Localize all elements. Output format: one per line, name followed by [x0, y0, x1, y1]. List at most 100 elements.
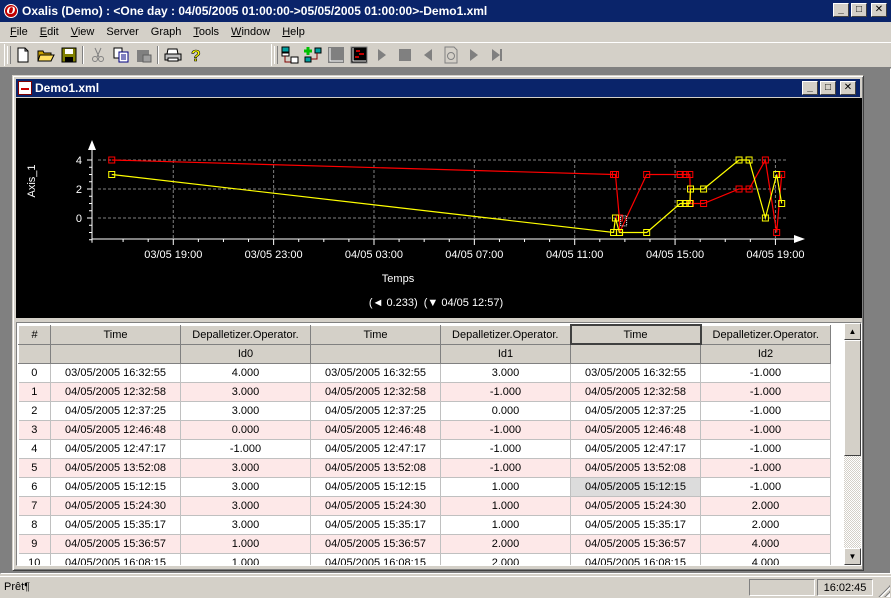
graph-plot-button[interactable]	[347, 44, 370, 66]
minimize-button[interactable]: _	[833, 3, 849, 17]
row-number[interactable]: 6	[18, 477, 51, 497]
table-cell[interactable]: 3.000	[180, 382, 311, 402]
copy-button[interactable]	[109, 44, 132, 66]
doc-maximize-button[interactable]: □	[820, 81, 836, 95]
table-cell[interactable]: 04/05/2005 12:47:17	[570, 439, 701, 459]
column-header[interactable]: #	[18, 324, 51, 345]
play-button[interactable]	[370, 44, 393, 66]
table-cell[interactable]: 04/05/2005 15:24:30	[310, 496, 441, 516]
table-row[interactable]: 9 04/05/2005 15:36:57 1.000 04/05/2005 15:3…	[18, 534, 831, 554]
column-subheader[interactable]: Id1	[440, 343, 571, 364]
table-cell[interactable]: 0.000	[180, 420, 311, 440]
resize-grip[interactable]	[878, 585, 890, 597]
maximize-button[interactable]: □	[851, 3, 867, 17]
table-cell[interactable]: -1.000	[700, 363, 831, 383]
table-row[interactable]: 8 04/05/2005 15:35:17 3.000 04/05/2005 15:3…	[18, 515, 831, 535]
table-cell[interactable]: 04/05/2005 15:24:30	[570, 496, 701, 516]
table-cell[interactable]: 04/05/2005 13:52:08	[570, 458, 701, 478]
table-cell[interactable]: -1.000	[700, 420, 831, 440]
row-number[interactable]: 2	[18, 401, 51, 421]
table-cell[interactable]: 04/05/2005 15:12:15	[570, 477, 701, 497]
data-grid[interactable]: # Time Depalletizer.Operator. Time Depalleti…	[16, 322, 862, 566]
table-row[interactable]: 10 04/05/2005 16:08:15 1.000 04/05/2005 16:…	[18, 553, 831, 565]
table-cell[interactable]: 04/05/2005 12:32:58	[50, 382, 181, 402]
menu-graph[interactable]: Graph	[145, 26, 188, 38]
chart-pane[interactable]: 0 2 4 03/05 19:00 03/05 23:00 04/05 03:00 04/0…	[16, 98, 862, 318]
table-cell[interactable]: 04/05/2005 12:47:17	[50, 439, 181, 459]
column-header[interactable]: Depalletizer.Operator.	[700, 324, 831, 345]
table-cell[interactable]: 04/05/2005 15:36:57	[570, 534, 701, 554]
table-cell[interactable]: -1.000	[440, 439, 571, 459]
table-cell[interactable]: 3.000	[180, 477, 311, 497]
vertical-scrollbar[interactable]: ▲ ▼	[844, 323, 861, 565]
row-number[interactable]: 7	[18, 496, 51, 516]
table-row[interactable]: 0 03/05/2005 16:32:55 4.000 03/05/2005 16:3…	[18, 363, 831, 383]
close-button[interactable]: ✕	[871, 3, 887, 17]
table-cell[interactable]: -1.000	[700, 439, 831, 459]
table-cell[interactable]: 04/05/2005 12:46:48	[310, 420, 441, 440]
row-number[interactable]: 3	[18, 420, 51, 440]
table-row[interactable]: 3 04/05/2005 12:46:48 0.000 04/05/2005 12:4…	[18, 420, 831, 440]
table-cell[interactable]: -1.000	[700, 401, 831, 421]
table-cell[interactable]: 04/05/2005 15:35:17	[310, 515, 441, 535]
row-number[interactable]: 0	[18, 363, 51, 383]
table-cell[interactable]: 1.000	[440, 515, 571, 535]
table-cell[interactable]: 3.000	[180, 458, 311, 478]
table-cell[interactable]: 1.000	[440, 477, 571, 497]
column-subheader[interactable]: Id2	[700, 343, 831, 364]
row-number[interactable]: 5	[18, 458, 51, 478]
cut-button[interactable]	[86, 44, 109, 66]
table-row[interactable]: 4 04/05/2005 12:47:17 -1.000 04/05/2005 12:…	[18, 439, 831, 459]
column-header[interactable]: Time	[569, 324, 702, 345]
menu-help[interactable]: Help	[276, 26, 311, 38]
table-cell[interactable]: 1.000	[180, 534, 311, 554]
step-back-button[interactable]	[416, 44, 439, 66]
table-cell[interactable]: 04/05/2005 12:32:58	[570, 382, 701, 402]
table-cell[interactable]: 04/05/2005 15:36:57	[50, 534, 181, 554]
table-cell[interactable]: 04/05/2005 12:37:25	[50, 401, 181, 421]
table-cell[interactable]: -1.000	[700, 458, 831, 478]
stop-button[interactable]	[393, 44, 416, 66]
table-cell[interactable]: 04/05/2005 12:32:58	[310, 382, 441, 402]
column-header[interactable]: Time	[50, 324, 181, 345]
table-cell[interactable]: -1.000	[700, 477, 831, 497]
row-number[interactable]: 8	[18, 515, 51, 535]
table-cell[interactable]: 2.000	[440, 534, 571, 554]
column-subheader[interactable]	[50, 343, 181, 364]
table-cell[interactable]: -1.000	[700, 382, 831, 402]
table-cell[interactable]: 04/05/2005 15:24:30	[50, 496, 181, 516]
graph-axes-button[interactable]	[324, 44, 347, 66]
table-row[interactable]: 6 04/05/2005 15:12:15 3.000 04/05/2005 15:1…	[18, 477, 831, 497]
table-cell[interactable]: 04/05/2005 12:47:17	[310, 439, 441, 459]
table-cell[interactable]: 04/05/2005 16:08:15	[50, 553, 181, 565]
table-cell[interactable]: 1.000	[180, 553, 311, 565]
table-cell[interactable]: 04/05/2005 15:36:57	[310, 534, 441, 554]
table-cell[interactable]: 04/05/2005 12:46:48	[50, 420, 181, 440]
table-cell[interactable]: 4.000	[180, 363, 311, 383]
table-cell[interactable]: -1.000	[180, 439, 311, 459]
table-cell[interactable]: 04/05/2005 13:52:08	[310, 458, 441, 478]
table-cell[interactable]: 3.000	[180, 515, 311, 535]
menu-file[interactable]: File	[4, 26, 34, 38]
table-cell[interactable]: 04/05/2005 12:37:25	[310, 401, 441, 421]
open-button[interactable]	[34, 44, 57, 66]
table-cell[interactable]: -1.000	[440, 420, 571, 440]
table-cell[interactable]: 3.000	[180, 401, 311, 421]
column-subheader[interactable]	[570, 343, 701, 364]
column-subheader[interactable]: Id0	[180, 343, 311, 364]
table-cell[interactable]: 3.000	[440, 363, 571, 383]
row-number[interactable]: 1	[18, 382, 51, 402]
scroll-thumb[interactable]	[844, 340, 861, 456]
table-row[interactable]: 1 04/05/2005 12:32:58 3.000 04/05/2005 12:3…	[18, 382, 831, 402]
column-header[interactable]: Depalletizer.Operator.	[180, 324, 311, 345]
print-button[interactable]	[161, 44, 184, 66]
table-cell[interactable]: 04/05/2005 13:52:08	[50, 458, 181, 478]
row-number[interactable]: 10	[18, 553, 51, 565]
table-cell[interactable]: 04/05/2005 12:46:48	[570, 420, 701, 440]
table-cell[interactable]: 1.000	[440, 496, 571, 516]
table-cell[interactable]: 04/05/2005 15:35:17	[570, 515, 701, 535]
new-button[interactable]	[11, 44, 34, 66]
table-cell[interactable]: 04/05/2005 15:12:15	[310, 477, 441, 497]
column-subheader[interactable]	[310, 343, 441, 364]
table-cell[interactable]: 04/05/2005 16:08:15	[310, 553, 441, 565]
